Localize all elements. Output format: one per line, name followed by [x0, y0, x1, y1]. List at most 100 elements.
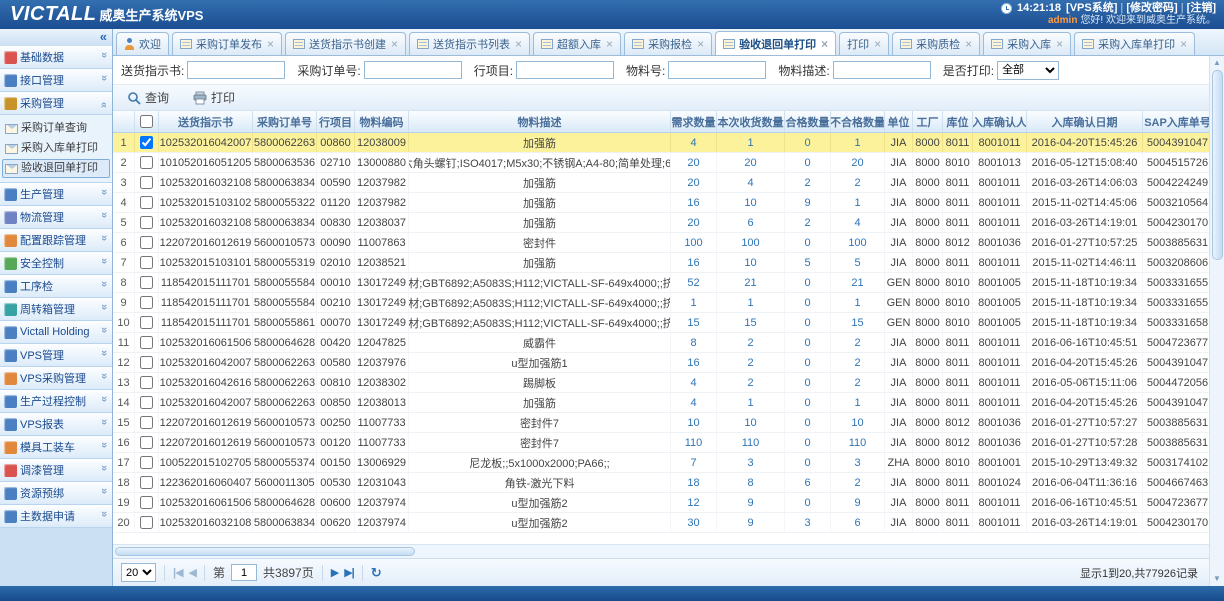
sidebar-item-验收退回单打印[interactable]: 验收退回单打印 — [2, 159, 110, 178]
close-icon[interactable]: × — [1056, 39, 1063, 49]
sidebar-group-配置跟踪管理[interactable]: 配置跟踪管理» — [0, 229, 112, 252]
row-checkbox[interactable] — [140, 316, 153, 329]
row-checkbox[interactable] — [140, 276, 153, 289]
row-checkbox[interactable] — [140, 376, 153, 389]
row-checkbox[interactable] — [140, 456, 153, 469]
row-checkbox[interactable] — [140, 156, 153, 169]
table-row[interactable]: 1110253201606150658000646280042012047825… — [113, 333, 1224, 353]
sidebar-group-主数据申请[interactable]: 主数据申请» — [0, 505, 112, 528]
table-row[interactable]: 1512207201601261956000105730025011007733… — [113, 413, 1224, 433]
tab-超额入库[interactable]: 超额入库× — [533, 32, 621, 55]
sidebar-group-调漆管理[interactable]: 调漆管理» — [0, 459, 112, 482]
table-row[interactable]: 210105201605120558000635360271013000880六… — [113, 153, 1224, 173]
column-header-本次收货数量[interactable]: 本次收货数量 — [717, 111, 785, 132]
table-row[interactable]: 1710052201510270558000553740015013006929… — [113, 453, 1224, 473]
close-icon[interactable]: × — [606, 39, 613, 49]
sidebar-group-模具工装车[interactable]: 模具工装车» — [0, 436, 112, 459]
close-icon[interactable]: × — [267, 39, 274, 49]
row-checkbox[interactable] — [140, 396, 153, 409]
close-icon[interactable]: × — [515, 39, 522, 49]
column-header-单位[interactable]: 单位 — [885, 111, 913, 132]
close-icon[interactable]: × — [697, 39, 704, 49]
page-number-input[interactable] — [231, 564, 257, 581]
table-row[interactable]: 811854201511170158000555840001013017249L… — [113, 273, 1224, 293]
vertical-scrollbar[interactable]: ▲ ▼ — [1209, 56, 1224, 586]
column-header-工厂[interactable]: 工厂 — [913, 111, 943, 132]
table-row[interactable]: 1612207201601261956000105730012011007733… — [113, 433, 1224, 453]
select-all-checkbox[interactable] — [140, 115, 153, 128]
column-header-物料描述[interactable]: 物料描述 — [409, 111, 671, 132]
table-row[interactable]: 1210253201604200758000622630058012037976… — [113, 353, 1224, 373]
vertical-scrollbar-thumb[interactable] — [1212, 70, 1223, 260]
sidebar-group-周转箱管理[interactable]: 周转箱管理» — [0, 298, 112, 321]
table-row[interactable]: 410253201510310258000553220112012037982加… — [113, 193, 1224, 213]
sidebar-group-生产管理[interactable]: 生产管理» — [0, 183, 112, 206]
row-checkbox[interactable] — [140, 496, 153, 509]
column-header-采购订单号[interactable]: 采购订单号 — [253, 111, 317, 132]
filter-input-delivery-note[interactable] — [187, 61, 285, 79]
filter-select-print-status[interactable]: 全部 — [997, 61, 1059, 80]
header-link[interactable]: [注销] — [1187, 2, 1216, 14]
row-checkbox[interactable] — [140, 336, 153, 349]
table-row[interactable]: 2010253201603210858000638340062012037974… — [113, 513, 1224, 533]
column-header-需求数量[interactable]: 需求数量 — [671, 111, 717, 132]
sidebar-group-Victall Holding[interactable]: Victall Holding» — [0, 321, 112, 344]
column-header-不合格数量[interactable]: 不合格数量 — [831, 111, 885, 132]
row-checkbox[interactable] — [140, 216, 153, 229]
column-header-库位[interactable]: 库位 — [943, 111, 973, 132]
row-checkbox[interactable] — [140, 416, 153, 429]
prev-page-button[interactable]: ◀ — [189, 566, 196, 579]
tab-采购入库[interactable]: 采购入库× — [983, 32, 1071, 55]
table-row[interactable]: 1011854201511170158000558610007013017249… — [113, 313, 1224, 333]
refresh-button[interactable]: ↻ — [371, 565, 382, 581]
tab-验收退回单打印[interactable]: 验收退回单打印× — [715, 31, 836, 55]
sidebar-group-物流管理[interactable]: 物流管理» — [0, 206, 112, 229]
table-row[interactable]: 110253201604200758000622630086012038009加… — [113, 133, 1224, 153]
column-header-入库确认日期[interactable]: 入库确认日期 — [1027, 111, 1143, 132]
sidebar-group-VPS管理[interactable]: VPS管理» — [0, 344, 112, 367]
row-checkbox[interactable] — [140, 196, 153, 209]
sidebar-group-VPS报表[interactable]: VPS报表» — [0, 413, 112, 436]
sidebar-group-基础数据[interactable]: 基础数据» — [0, 46, 112, 69]
row-checkbox[interactable] — [140, 236, 153, 249]
column-header-合格数量[interactable]: 合格数量 — [785, 111, 831, 132]
table-row[interactable]: 1910253201606150658000646280060012037974… — [113, 493, 1224, 513]
table-row[interactable]: 510253201603210858000638340083012038037加… — [113, 213, 1224, 233]
row-checkbox[interactable] — [140, 296, 153, 309]
tab-欢迎[interactable]: 欢迎 — [116, 32, 169, 55]
column-header-物料编码[interactable]: 物料编码 — [355, 111, 409, 132]
sidebar-collapse-icon[interactable]: « — [100, 29, 107, 44]
sidebar-group-生产过程控制[interactable]: 生产过程控制» — [0, 390, 112, 413]
sidebar-group-VPS采购管理[interactable]: VPS采购管理» — [0, 367, 112, 390]
table-row[interactable]: 1812236201606040756000113050053012031043… — [113, 473, 1224, 493]
sidebar-group-接口管理[interactable]: 接口管理» — [0, 69, 112, 92]
horizontal-scrollbar-thumb[interactable] — [115, 547, 415, 556]
table-row[interactable]: 911854201511170158000555840021013017249L… — [113, 293, 1224, 313]
close-icon[interactable]: × — [965, 39, 972, 49]
filter-input-purchase-order[interactable] — [364, 61, 462, 79]
table-row[interactable]: 1410253201604200758000622630085012038013… — [113, 393, 1224, 413]
column-header-SAP入库单号[interactable]: SAP入库单号 — [1143, 111, 1213, 132]
header-link[interactable]: [VPS系统] — [1066, 2, 1117, 14]
table-row[interactable]: 1310253201604261658000622630081012038302… — [113, 373, 1224, 393]
table-row[interactable]: 612207201601261956000105730009011007863密… — [113, 233, 1224, 253]
row-checkbox[interactable] — [140, 436, 153, 449]
tab-采购订单发布[interactable]: 采购订单发布× — [172, 32, 282, 55]
table-row[interactable]: 710253201510310158000553190201012038521加… — [113, 253, 1224, 273]
row-checkbox[interactable] — [140, 516, 153, 529]
column-header-送货指示书[interactable]: 送货指示书 — [159, 111, 253, 132]
tab-采购入库单打印[interactable]: 采购入库单打印× — [1074, 32, 1195, 55]
close-icon[interactable]: × — [821, 39, 828, 49]
row-checkbox[interactable] — [140, 136, 153, 149]
tab-打印[interactable]: 打印× — [839, 32, 889, 55]
row-checkbox[interactable] — [140, 476, 153, 489]
scroll-up-icon[interactable]: ▲ — [1213, 56, 1221, 70]
table-row[interactable]: 310253201603210858000638340059012037982加… — [113, 173, 1224, 193]
row-checkbox[interactable] — [140, 256, 153, 269]
sidebar-item-采购入库单打印[interactable]: 采购入库单打印 — [2, 139, 110, 158]
scroll-down-icon[interactable]: ▼ — [1213, 572, 1221, 586]
tab-送货指示书列表[interactable]: 送货指示书列表× — [409, 32, 530, 55]
column-header-行项目[interactable]: 行项目 — [317, 111, 355, 132]
close-icon[interactable]: × — [1180, 39, 1187, 49]
row-checkbox[interactable] — [140, 176, 153, 189]
